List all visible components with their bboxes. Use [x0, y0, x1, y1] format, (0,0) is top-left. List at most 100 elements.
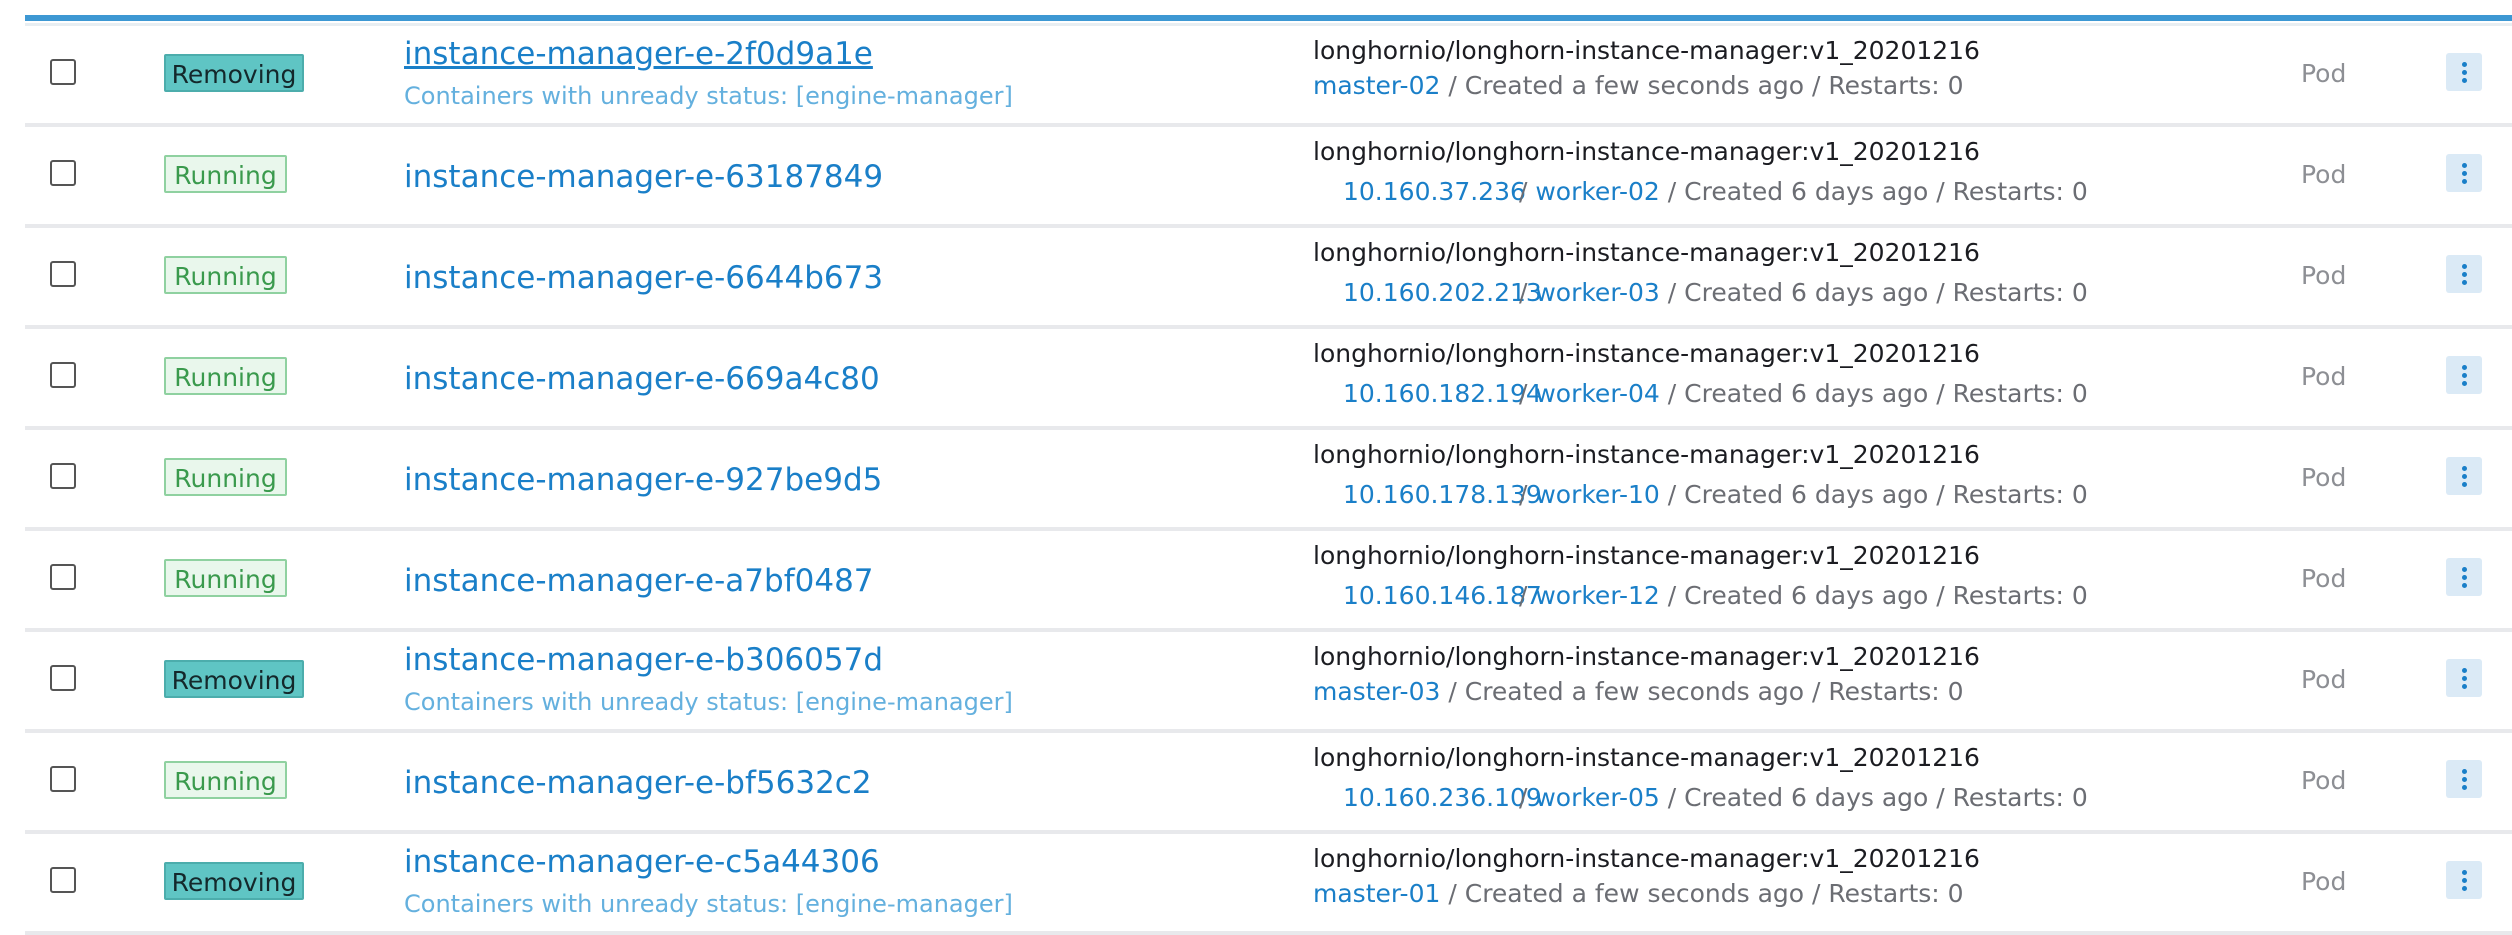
separator: / — [1804, 879, 1829, 908]
row-actions-button[interactable] — [2446, 659, 2482, 697]
pod-name-link[interactable]: instance-manager-e-a7bf0487 — [404, 563, 874, 599]
separator: / — [1511, 783, 1536, 812]
table-row: Running instance-manager-e-6644b673 long… — [25, 228, 2512, 329]
row-actions-button[interactable] — [2446, 457, 2482, 495]
vertical-dots-icon — [2462, 777, 2467, 782]
vertical-dots-icon — [2462, 280, 2467, 285]
vertical-dots-icon — [2462, 886, 2467, 891]
vertical-dots-icon — [2462, 482, 2467, 487]
node-link[interactable]: master-01 — [1313, 879, 1440, 908]
table-row: Removing instance-manager-e-2f0d9a1e Con… — [25, 26, 2512, 127]
restart-count: Restarts: 0 — [1952, 480, 2088, 509]
pod-meta: 10.160.37.236 / worker-02 / Created 6 da… — [1313, 177, 2088, 206]
vertical-dots-icon — [2462, 676, 2467, 681]
row-select-checkbox[interactable] — [50, 261, 76, 287]
status-badge: Removing — [164, 862, 304, 900]
node-link[interactable]: worker-03 — [1535, 278, 1660, 307]
separator: / — [1659, 379, 1685, 408]
status-badge: Running — [164, 357, 287, 395]
created-time: Created a few seconds ago — [1464, 677, 1805, 706]
restart-count: Restarts: 0 — [1828, 879, 1964, 908]
vertical-dots-icon — [2462, 179, 2467, 184]
restart-count: Restarts: 0 — [1952, 783, 2088, 812]
node-link[interactable]: worker-04 — [1535, 379, 1660, 408]
separator: / — [1804, 677, 1829, 706]
separator: / — [1928, 480, 1953, 509]
row-select-checkbox[interactable] — [50, 766, 76, 792]
row-select-checkbox[interactable] — [50, 564, 76, 590]
table-row: Running instance-manager-e-a7bf0487 long… — [25, 531, 2512, 632]
row-actions-button[interactable] — [2446, 861, 2482, 899]
row-actions-button[interactable] — [2446, 356, 2482, 394]
status-badge: Removing — [164, 660, 304, 698]
restart-count: Restarts: 0 — [1828, 677, 1964, 706]
row-select-checkbox[interactable] — [50, 160, 76, 186]
separator: / — [1659, 480, 1685, 509]
row-select-checkbox[interactable] — [50, 665, 76, 691]
row-actions-button[interactable] — [2446, 154, 2482, 192]
vertical-dots-icon — [2462, 171, 2467, 176]
pod-status-message: Containers with unready status: [engine-… — [404, 688, 1013, 716]
container-image: longhornio/longhorn-instance-manager:v1_… — [1313, 743, 1980, 772]
node-link[interactable]: master-03 — [1313, 677, 1440, 706]
vertical-dots-icon — [2462, 163, 2467, 168]
separator: / — [1659, 177, 1685, 206]
row-select-checkbox[interactable] — [50, 867, 76, 893]
pod-status-message: Containers with unready status: [engine-… — [404, 82, 1013, 110]
pod-name-link[interactable]: instance-manager-e-63187849 — [404, 159, 883, 195]
restart-count: Restarts: 0 — [1952, 278, 2088, 307]
vertical-dots-icon — [2462, 769, 2467, 774]
row-actions-button[interactable] — [2446, 760, 2482, 798]
status-badge: Running — [164, 761, 287, 799]
separator: / — [1928, 783, 1953, 812]
status-badge: Running — [164, 559, 287, 597]
created-time: Created 6 days ago — [1684, 278, 1929, 307]
resource-kind: Pod — [2301, 261, 2347, 290]
pod-ip: 10.160.202.213 — [1343, 278, 1542, 307]
vertical-dots-icon — [2462, 272, 2467, 277]
pod-name-link[interactable]: instance-manager-e-c5a44306 — [404, 844, 880, 880]
vertical-dots-icon — [2462, 684, 2467, 689]
pod-name-link[interactable]: instance-manager-e-bf5632c2 — [404, 765, 872, 801]
row-actions-button[interactable] — [2446, 53, 2482, 91]
container-image: longhornio/longhorn-instance-manager:v1_… — [1313, 238, 1980, 267]
pod-name-link[interactable]: instance-manager-e-927be9d5 — [404, 462, 882, 498]
row-actions-button[interactable] — [2446, 558, 2482, 596]
separator: / — [1511, 480, 1536, 509]
created-time: Created a few seconds ago — [1464, 879, 1805, 908]
vertical-dots-icon — [2462, 365, 2467, 370]
node-link[interactable]: master-02 — [1313, 71, 1440, 100]
row-select-checkbox[interactable] — [50, 59, 76, 85]
created-time: Created 6 days ago — [1684, 480, 1929, 509]
container-image: longhornio/longhorn-instance-manager:v1_… — [1313, 541, 1980, 570]
vertical-dots-icon — [2462, 575, 2467, 580]
node-link[interactable]: worker-02 — [1535, 177, 1660, 206]
vertical-dots-icon — [2462, 583, 2467, 588]
resource-kind: Pod — [2301, 665, 2347, 694]
vertical-dots-icon — [2462, 381, 2467, 386]
vertical-dots-icon — [2462, 567, 2467, 572]
row-select-checkbox[interactable] — [50, 362, 76, 388]
vertical-dots-icon — [2462, 878, 2467, 883]
pod-name-link[interactable]: instance-manager-e-2f0d9a1e — [404, 36, 873, 72]
node-link[interactable]: worker-05 — [1535, 783, 1660, 812]
pod-name-link[interactable]: instance-manager-e-b306057d — [404, 642, 883, 678]
separator: / — [1511, 177, 1536, 206]
node-link[interactable]: worker-10 — [1535, 480, 1660, 509]
table-row: Running instance-manager-e-927be9d5 long… — [25, 430, 2512, 531]
resource-kind: Pod — [2301, 362, 2347, 391]
pod-meta: 10.160.202.213 / worker-03 / Created 6 d… — [1313, 278, 2088, 307]
node-link[interactable]: worker-12 — [1535, 581, 1660, 610]
pod-name-link[interactable]: instance-manager-e-6644b673 — [404, 260, 883, 296]
pod-status-message: Containers with unready status: [engine-… — [404, 890, 1013, 918]
row-actions-button[interactable] — [2446, 255, 2482, 293]
status-badge: Running — [164, 256, 287, 294]
pod-name-link[interactable]: instance-manager-e-669a4c80 — [404, 361, 880, 397]
created-time: Created 6 days ago — [1684, 379, 1929, 408]
vertical-dots-icon — [2462, 78, 2467, 83]
vertical-dots-icon — [2462, 870, 2467, 875]
vertical-dots-icon — [2462, 668, 2467, 673]
row-select-checkbox[interactable] — [50, 463, 76, 489]
pod-meta: master-03 / Created a few seconds ago / … — [1313, 677, 1964, 706]
separator: / — [1511, 581, 1536, 610]
